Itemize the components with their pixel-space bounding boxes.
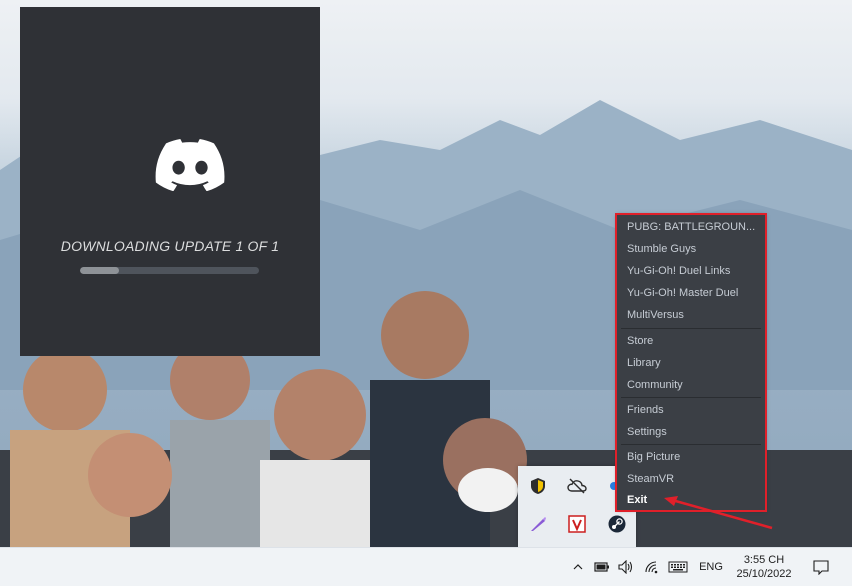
battery-icon[interactable]	[592, 548, 612, 586]
v-app-icon[interactable]	[567, 514, 587, 534]
steam-icon[interactable]	[607, 514, 627, 534]
keyboard-icon[interactable]	[666, 548, 690, 586]
menu-item-multiversus[interactable]: MultiVersus	[617, 304, 765, 326]
menu-item-library[interactable]: Library	[617, 352, 765, 374]
menu-item-friends[interactable]: Friends	[617, 399, 765, 421]
action-center-button[interactable]	[808, 548, 834, 586]
red-arrow-annotation	[664, 496, 773, 530]
menu-item-yugioh-master-duel[interactable]: Yu-Gi-Oh! Master Duel	[617, 282, 765, 304]
volume-icon[interactable]	[616, 548, 636, 586]
pen-icon[interactable]	[528, 514, 548, 534]
taskbar: ENG 3:55 CH 25/10/2022	[0, 547, 852, 586]
clock-time: 3:55 CH	[743, 554, 785, 566]
onedrive-offline-icon[interactable]	[567, 476, 587, 496]
menu-item-steamvr[interactable]: SteamVR	[617, 468, 765, 490]
download-status-text: DOWNLOADING UPDATE 1 OF 1	[60, 238, 280, 254]
steam-context-menu: PUBG: BATTLEGROUN... Stumble Guys Yu-Gi-…	[615, 213, 767, 512]
download-progress-bar	[80, 267, 259, 274]
show-hidden-icons-button[interactable]	[570, 548, 586, 586]
language-indicator[interactable]: ENG	[696, 548, 726, 586]
wifi-icon[interactable]	[642, 548, 662, 586]
menu-item-pubg[interactable]: PUBG: BATTLEGROUN...	[617, 216, 765, 238]
menu-item-store[interactable]: Store	[617, 330, 765, 352]
discord-logo-icon	[155, 139, 225, 191]
clock[interactable]: 3:55 CH 25/10/2022	[730, 548, 798, 586]
clock-date: 25/10/2022	[736, 568, 792, 580]
menu-item-community[interactable]: Community	[617, 374, 765, 396]
download-progress-fill	[80, 267, 120, 274]
windows-security-icon[interactable]	[528, 476, 548, 496]
menu-separator	[621, 328, 761, 329]
menu-item-yugioh-duel-links[interactable]: Yu-Gi-Oh! Duel Links	[617, 260, 765, 282]
menu-separator	[621, 397, 761, 398]
menu-item-settings[interactable]: Settings	[617, 421, 765, 443]
discord-updater-window: DOWNLOADING UPDATE 1 OF 1	[20, 7, 320, 356]
menu-separator	[621, 444, 761, 445]
menu-item-big-picture[interactable]: Big Picture	[617, 446, 765, 468]
menu-item-stumble-guys[interactable]: Stumble Guys	[617, 238, 765, 260]
